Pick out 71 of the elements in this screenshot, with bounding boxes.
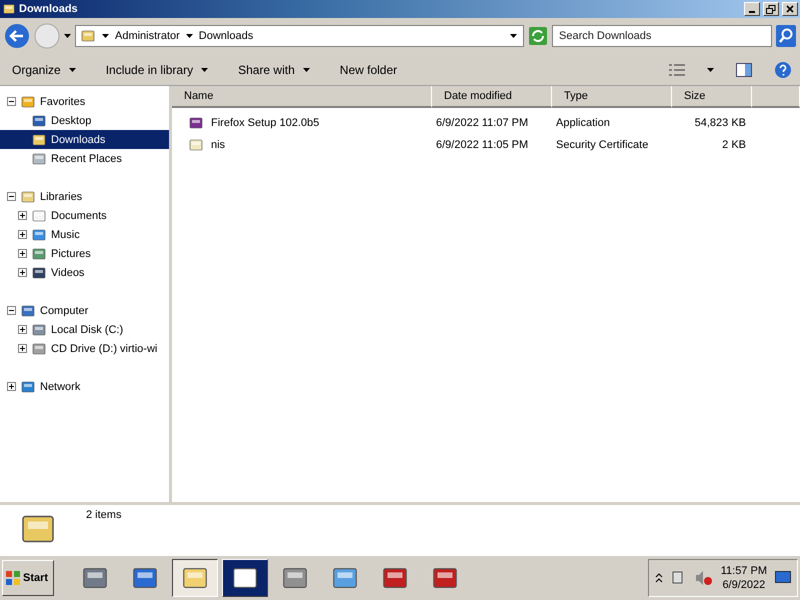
nav-item[interactable]: Videos [0, 263, 169, 282]
caret-icon [64, 34, 71, 38]
search-field[interactable]: Search Downloads [552, 25, 772, 47]
breadcrumb[interactable]: Downloads [198, 30, 254, 42]
taskbar-button[interactable] [172, 559, 218, 597]
nav-item[interactable]: Local Disk (C:) [0, 320, 169, 339]
nav-item[interactable]: Libraries [0, 187, 169, 206]
collapse-icon[interactable] [7, 97, 16, 106]
caret-icon [186, 34, 193, 38]
toolbar-button[interactable]: Include in library [102, 60, 212, 78]
column-header[interactable] [752, 86, 800, 108]
date-cell-text: 6/9/2022 11:05 PM [435, 139, 530, 151]
restore-icon [766, 4, 776, 14]
caret-icon [302, 68, 310, 72]
nav-item[interactable]: Computer [0, 301, 169, 320]
date-cell-text: 6/9/2022 11:07 PM [435, 117, 530, 129]
view-icon[interactable] [669, 64, 685, 76]
close-icon [786, 5, 794, 13]
nav-item[interactable]: Downloads [0, 130, 169, 149]
caret-icon [707, 68, 714, 72]
column-header[interactable]: Date modified [432, 86, 552, 108]
item-count: 2 items [86, 509, 122, 521]
expand-icon[interactable] [18, 344, 27, 353]
expand-icon[interactable] [18, 211, 27, 220]
minimize-button[interactable] [744, 2, 760, 16]
help-icon[interactable] [774, 60, 792, 78]
column-header[interactable]: Name [172, 86, 432, 108]
close-button[interactable] [782, 2, 798, 16]
back-icon[interactable] [4, 23, 30, 49]
nav-item[interactable]: Favorites [0, 92, 169, 111]
size-cell-text: 54,823 KB [694, 117, 747, 129]
nav-item[interactable]: Recent Places [0, 149, 169, 168]
column-header[interactable]: Type [552, 86, 672, 108]
collapse-icon[interactable] [7, 306, 16, 315]
nav-item[interactable]: CD Drive (D:) virtio-wi [0, 339, 169, 358]
file-name[interactable]: nis [207, 139, 232, 151]
expand-icon[interactable] [18, 325, 27, 334]
caret-icon [102, 34, 109, 38]
nav-item[interactable]: Network [0, 377, 169, 396]
collapse-icon[interactable] [7, 192, 16, 201]
size-cell-text: 2 KB [721, 139, 747, 151]
nav-item[interactable]: Pictures [0, 244, 169, 263]
toolbar-button[interactable]: Share with [234, 60, 314, 78]
nav-item[interactable]: Music [0, 225, 169, 244]
file-name[interactable]: Firefox Setup 102.0b5 [207, 117, 326, 129]
type-cell-text: Security Certificate [555, 139, 650, 151]
column-header[interactable]: Size [672, 86, 752, 108]
expand-icon[interactable] [18, 230, 27, 239]
chevron-icon[interactable] [654, 573, 663, 583]
window-title: Downloads [19, 3, 79, 15]
toolbar-button[interactable]: Organize [8, 60, 80, 78]
search-icon[interactable] [776, 25, 796, 47]
nav-item[interactable]: Desktop [0, 111, 169, 130]
breadcrumb[interactable]: Administrator [115, 30, 180, 42]
speaker-muted-icon[interactable] [694, 570, 713, 586]
caret-icon [201, 68, 208, 72]
type-cell-text: Application [555, 117, 611, 129]
windows-logo-icon [5, 570, 21, 586]
expand-icon[interactable] [18, 249, 27, 258]
toolbar-button[interactable]: New folder [336, 60, 402, 78]
caret-icon [68, 68, 76, 72]
start-button[interactable]: Start [2, 560, 54, 596]
preview-pane-icon[interactable] [736, 62, 752, 76]
address-field[interactable]: Administrator Downloads [75, 25, 524, 47]
nav-item[interactable]: Documents [0, 206, 169, 225]
refresh-icon[interactable] [528, 26, 548, 46]
expand-icon[interactable] [7, 382, 16, 391]
restore-button[interactable] [763, 2, 779, 16]
caret-icon [510, 34, 517, 38]
expand-icon[interactable] [18, 268, 27, 277]
show-desktop-icon[interactable] [775, 571, 791, 585]
